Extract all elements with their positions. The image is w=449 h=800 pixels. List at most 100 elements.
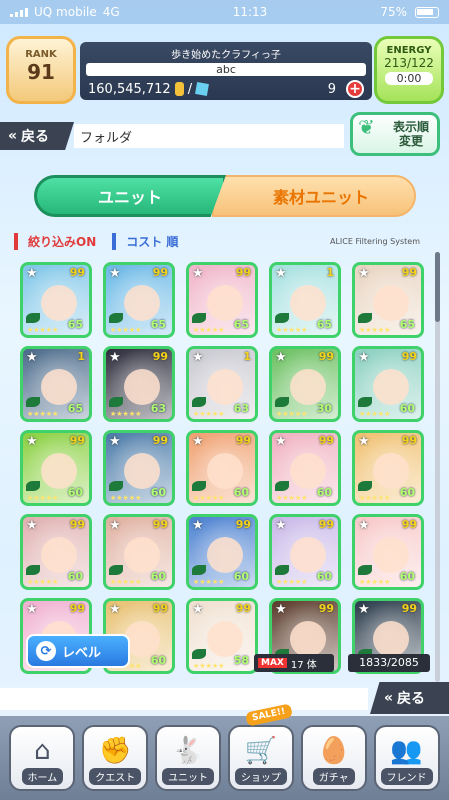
sort-order-button[interactable]: ❦ 表示順 変更 [350, 112, 440, 156]
nav-gacha[interactable]: 🥚 ガチャ [300, 725, 367, 791]
tab-units[interactable]: ユニット [34, 175, 226, 217]
rarity-stars: ★★★★★ [193, 326, 225, 334]
rabbit-icon: ❦ [358, 115, 375, 139]
energy-box[interactable]: ENERGY 213/122 0:00 [374, 36, 444, 104]
back-button-bottom[interactable]: « 戻る [370, 682, 449, 714]
favorite-star-icon: ★ [109, 266, 121, 281]
nav-label: ショップ [234, 768, 287, 785]
unit-card[interactable]: ★ 99 ★★★★★ 30 [269, 346, 341, 422]
level-sort-label: レベル [62, 645, 102, 661]
unit-card[interactable]: ★ 99 ★★★★★ 58 [186, 598, 258, 674]
unit-card[interactable]: ★ 99 ★★★★★ 65 [352, 262, 424, 338]
energy-label: ENERGY [386, 45, 432, 56]
unit-level: 63 [150, 402, 166, 415]
unit-card[interactable]: ★ 99 ★★★★★ 60 [352, 430, 424, 506]
unit-skill-level: 99 [69, 266, 85, 279]
filter-toggle[interactable]: 絞り込みON [14, 232, 96, 250]
unit-level: 65 [233, 318, 249, 331]
unit-skill-level: 99 [152, 602, 168, 615]
element-icon [26, 481, 40, 491]
unit-portrait [373, 369, 409, 405]
element-icon [109, 481, 123, 491]
level-sort-button[interactable]: ⟳ レベル [26, 634, 130, 668]
gem-icon [195, 82, 210, 96]
unit-card[interactable]: ★ 99 ★★★★★ 65 [103, 262, 175, 338]
element-icon [358, 313, 372, 323]
element-icon [26, 397, 40, 407]
rarity-stars: ★★★★★ [193, 494, 225, 502]
element-icon [109, 313, 123, 323]
sort-cost[interactable]: コスト 順 [112, 232, 178, 250]
unit-card[interactable]: ★ 1 ★★★★★ 63 [186, 346, 258, 422]
favorite-star-icon: ★ [275, 434, 287, 449]
back-button[interactable]: « 戻る [0, 122, 74, 150]
nav-quest[interactable]: ✊ クエスト [82, 725, 149, 791]
nav-label: ホーム [21, 768, 64, 785]
unit-portrait [373, 621, 409, 657]
folder-title: フォルダ [74, 124, 344, 148]
unit-portrait [207, 369, 243, 405]
unit-card[interactable]: ★ 99 ★★★★★ 60 [20, 514, 92, 590]
favorite-star-icon: ★ [109, 602, 121, 617]
rarity-stars: ★★★★★ [193, 578, 225, 586]
unit-count: 1833/2085 [348, 654, 430, 672]
element-icon [358, 397, 372, 407]
unit-level: 60 [316, 570, 332, 583]
scrollbar-thumb[interactable] [435, 252, 440, 322]
unit-skill-level: 99 [235, 434, 251, 447]
unit-portrait [373, 285, 409, 321]
unit-card[interactable]: ★ 99 ★★★★★ 60 [352, 346, 424, 422]
unit-skill-level: 99 [69, 518, 85, 531]
nav-home[interactable]: ⌂ ホーム [9, 725, 76, 791]
nav-friend[interactable]: 👥 フレンド [373, 725, 440, 791]
element-icon [275, 565, 289, 575]
player-title: 歩き始めたクラフィっ子 [171, 50, 281, 61]
nav-label: ガチャ [312, 768, 355, 785]
scrollbar[interactable] [435, 252, 440, 682]
unit-portrait [41, 369, 77, 405]
favorite-star-icon: ★ [192, 518, 204, 533]
unit-card[interactable]: ★ 1 ★★★★★ 65 [269, 262, 341, 338]
unit-card[interactable]: ★ 99 ★★★★★ 60 [352, 514, 424, 590]
rarity-stars: ★★★★★ [110, 494, 142, 502]
unit-card[interactable]: ★ 99 ★★★★★ 65 [20, 262, 92, 338]
unit-card[interactable]: ★ 99 ★★★★★ 60 [20, 430, 92, 506]
unit-card[interactable]: ★ 1 ★★★★★ 65 [20, 346, 92, 422]
rank-box[interactable]: RANK 91 [6, 36, 76, 104]
favorite-star-icon: ★ [26, 518, 38, 533]
unit-grid: ★ 99 ★★★★★ 65 ★ 99 ★★★★★ 65 ★ 99 ★★★★★ 6… [20, 262, 426, 682]
element-icon [358, 481, 372, 491]
unit-skill-level: 99 [401, 518, 417, 531]
unit-card[interactable]: ★ 99 ★★★★★ 60 [269, 514, 341, 590]
unit-level: 30 [316, 402, 332, 415]
tab-material-units[interactable]: 素材ユニット [212, 175, 416, 217]
nav-unit[interactable]: 🐇 ユニット [155, 725, 222, 791]
unit-portrait [207, 453, 243, 489]
favorite-star-icon: ★ [358, 266, 370, 281]
element-icon [192, 649, 206, 659]
battery-icon [414, 6, 439, 18]
favorite-star-icon: ★ [358, 602, 370, 617]
unit-card[interactable]: ★ 99 ★★★★★ 60 [269, 430, 341, 506]
rank-label: RANK [25, 49, 57, 60]
unit-card[interactable]: ★ 99 ★★★★★ 63 [103, 346, 175, 422]
max-count: 17 体 [290, 659, 317, 671]
unit-card[interactable]: ★ 99 ★★★★★ 60 [103, 514, 175, 590]
unit-skill-level: 99 [318, 434, 334, 447]
unit-skill-level: 99 [401, 350, 417, 363]
rank-value: 91 [27, 60, 55, 84]
nav-shop[interactable]: 🛒 ショップ [227, 725, 294, 791]
rarity-stars: ★★★★★ [193, 662, 225, 670]
unit-card[interactable]: ★ 99 ★★★★★ 60 [186, 430, 258, 506]
add-gem-button[interactable]: + [346, 80, 364, 98]
rarity-stars: ★★★★★ [276, 410, 308, 418]
unit-level: 65 [67, 402, 83, 415]
unit-skill-level: 99 [69, 602, 85, 615]
unit-card[interactable]: ★ 99 ★★★★★ 65 [186, 262, 258, 338]
unit-card[interactable]: ★ 99 ★★★★★ 60 [103, 430, 175, 506]
element-icon [358, 565, 372, 575]
unit-portrait [41, 285, 77, 321]
bottom-nav: ⌂ ホーム ✊ クエスト 🐇 ユニット 🛒 ショップ 🥚 ガチャ 👥 フレンド [0, 716, 449, 800]
unit-card[interactable]: ★ 99 ★★★★★ 60 [186, 514, 258, 590]
unit-skill-level: 99 [235, 602, 251, 615]
